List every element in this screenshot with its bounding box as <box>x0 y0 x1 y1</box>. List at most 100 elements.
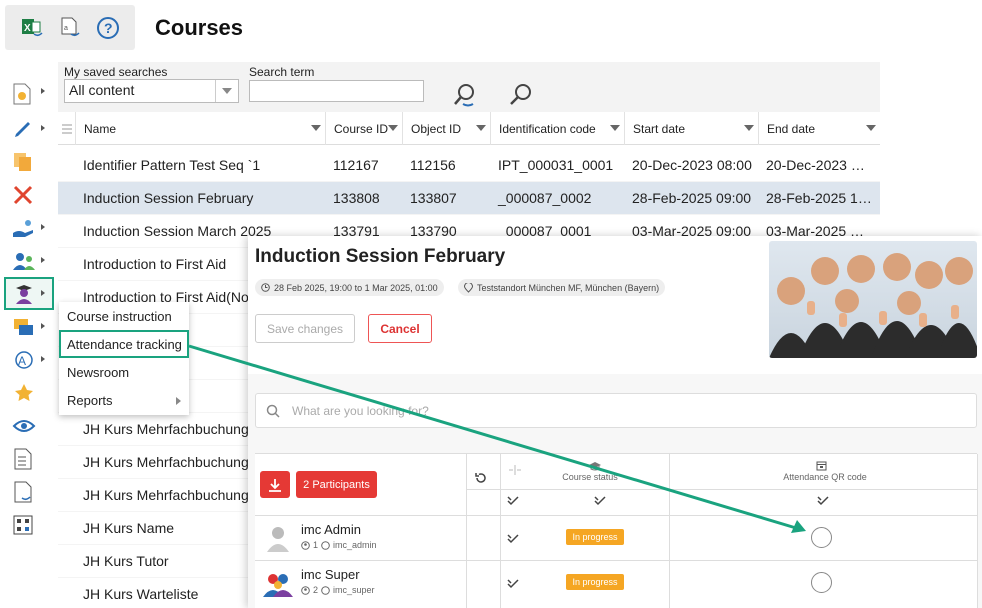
table-row[interactable]: Induction Session February 133808 133807 _0… <box>58 182 880 215</box>
column-header-course-id[interactable]: Course ID <box>326 112 403 145</box>
cell-course-id: 133808 <box>333 190 380 206</box>
rail-assign-item[interactable] <box>0 211 55 244</box>
rail-media-item[interactable] <box>0 310 55 343</box>
svg-text:?: ? <box>104 20 113 36</box>
submenu-arrow-icon <box>176 397 181 405</box>
cell-object-id: 112156 <box>410 157 456 173</box>
left-icon-rail: A <box>0 75 55 541</box>
participant-search[interactable]: What are you looking for? <box>255 393 977 428</box>
export-document-icon <box>14 481 32 502</box>
excel-export-button[interactable]: X <box>17 13 47 43</box>
avatar <box>265 524 291 557</box>
saved-searches-value: All content <box>69 82 135 98</box>
rail-export-item[interactable] <box>0 475 55 508</box>
column-header-identification-code[interactable]: Identification code <box>491 112 625 145</box>
participant-meta: 1 imc_admin <box>301 540 377 550</box>
user-circle-icon <box>301 540 310 550</box>
saved-searches-label: My saved searches <box>64 65 168 79</box>
select-all-check-icon[interactable] <box>507 494 519 512</box>
cell-end: 28-Feb-2025 1… <box>766 190 872 206</box>
document-export-button[interactable]: a <box>55 13 85 43</box>
column-header-name[interactable]: Name <box>76 112 326 145</box>
column-header-object-id[interactable]: Object ID <box>403 112 491 145</box>
cell-name: Induction Session February <box>83 190 254 206</box>
cell-code: _000087_0002 <box>498 190 592 206</box>
user-search-icon <box>454 84 474 107</box>
context-menu: Course instruction Attendance tracking N… <box>59 302 189 415</box>
avatar <box>263 569 293 602</box>
rail-edit-item[interactable] <box>0 112 55 145</box>
rail-new-item[interactable] <box>0 75 55 112</box>
table-header: Name Course ID Object ID Identification … <box>58 112 880 145</box>
menu-lines-icon <box>62 124 72 133</box>
status-badge: In progress <box>566 574 624 590</box>
stars-icon <box>15 383 33 401</box>
checklist-icon <box>14 448 32 469</box>
course-image <box>769 241 977 358</box>
graduate-icon <box>16 284 32 304</box>
cell-object-id: 133807 <box>410 190 457 206</box>
cell-end: 20-Dec-2023 … <box>766 157 865 173</box>
users-icon <box>13 252 35 270</box>
saved-searches-select[interactable]: All content <box>64 79 239 103</box>
qr-check-all-icon[interactable] <box>817 494 829 512</box>
column-menu-button[interactable] <box>58 112 76 145</box>
search-term-input[interactable] <box>249 80 424 102</box>
globe-language-icon: A <box>15 350 33 369</box>
search-button[interactable] <box>506 80 536 110</box>
hand-users-icon <box>13 219 33 237</box>
attendance-qr-toggle[interactable] <box>811 527 832 548</box>
row-check-icon[interactable] <box>507 532 519 550</box>
participant-search-placeholder: What are you looking for? <box>292 403 429 418</box>
search-term-label: Search term <box>249 65 315 79</box>
cell-start: 20-Dec-2023 08:00 <box>632 157 752 173</box>
attendance-qr-header: Attendance QR code <box>783 472 867 482</box>
course-status-header: Course status <box>562 472 618 482</box>
menu-item-newsroom[interactable]: Newsroom <box>59 358 189 386</box>
rail-copy-item[interactable] <box>0 145 55 178</box>
rail-delete-item[interactable] <box>0 178 55 211</box>
rail-qr-item[interactable] <box>0 508 55 541</box>
status-check-all-icon[interactable] <box>594 494 606 512</box>
participant-name: imc Super <box>301 567 360 582</box>
search-icon <box>510 84 531 105</box>
table-row[interactable]: Identifier Pattern Test Seq `1 112167 1121… <box>58 149 880 182</box>
rail-rating-item[interactable] <box>0 376 55 409</box>
save-changes-button[interactable]: Save changes <box>255 314 355 343</box>
cell-code: IPT_000031_0001 <box>498 157 614 173</box>
participant-row[interactable]: imc Admin 1 imc_admin In progress <box>255 515 977 559</box>
panel-title: Induction Session February <box>255 246 506 267</box>
reset-search-button[interactable] <box>450 80 480 110</box>
cancel-button[interactable]: Cancel <box>368 314 432 343</box>
rail-language-item[interactable]: A <box>0 343 55 376</box>
participant-row[interactable]: imc Super 2 imc_super In progress <box>255 560 977 604</box>
help-button[interactable]: ? <box>93 13 123 43</box>
download-button[interactable] <box>260 471 290 498</box>
rail-instructor-item[interactable] <box>4 277 54 310</box>
top-toolbar: X a ? <box>5 5 135 50</box>
cell-name: Identifier Pattern Test Seq `1 <box>83 157 261 173</box>
participants-count-button[interactable]: 2 Participants <box>296 471 377 498</box>
participant-grid: 2 Participants Course status Attendance … <box>255 453 978 608</box>
delete-icon <box>13 185 33 204</box>
pencil-icon <box>15 121 30 137</box>
circle-icon <box>321 585 330 595</box>
menu-item-attendance-tracking[interactable]: Attendance tracking <box>59 330 189 358</box>
rail-preview-item[interactable] <box>0 409 55 442</box>
rail-checklist-item[interactable] <box>0 442 55 475</box>
attendance-panel: Induction Session February 28 Feb 2025, … <box>248 236 982 608</box>
menu-item-reports[interactable]: Reports <box>59 386 189 414</box>
rail-participants-item[interactable] <box>0 244 55 277</box>
location-pin-icon <box>464 282 473 293</box>
svg-text:A: A <box>18 354 26 368</box>
column-header-end-date[interactable]: End date <box>759 112 880 145</box>
qr-code-icon <box>13 515 33 534</box>
reset-button[interactable] <box>474 471 488 490</box>
help-icon: ? <box>97 16 119 39</box>
menu-item-course-instruction[interactable]: Course instruction <box>59 302 189 330</box>
svg-text:a: a <box>64 25 68 32</box>
row-check-icon[interactable] <box>507 577 519 595</box>
column-header-start-date[interactable]: Start date <box>625 112 759 145</box>
copy-icon <box>14 152 31 171</box>
attendance-qr-toggle[interactable] <box>811 572 832 593</box>
